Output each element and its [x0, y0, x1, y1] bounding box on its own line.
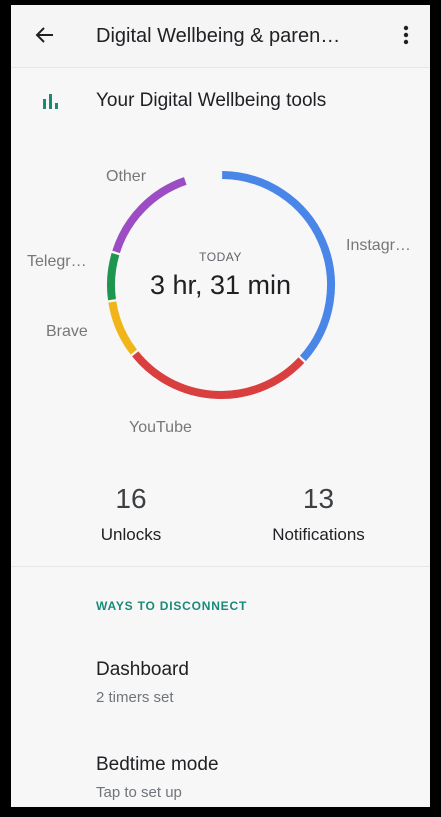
wellbeing-tools-title: Your Digital Wellbeing tools — [96, 90, 327, 111]
dashboard-item[interactable]: Dashboard 2 timers set — [11, 659, 430, 729]
bar-chart-icon — [43, 94, 58, 109]
section-header-ways-to-disconnect: WAYS TO DISCONNECT — [96, 599, 248, 613]
more-vert-icon — [403, 25, 409, 45]
today-label: TODAY — [199, 250, 242, 264]
unlocks-count: 16 — [115, 483, 147, 514]
bedtime-mode-subtitle: Tap to set up — [96, 784, 182, 801]
usage-chart: Instagr… YouTube Brave Telegr… Other TOD… — [11, 155, 430, 475]
notifications-stat: 13 Notifications — [256, 483, 381, 545]
usage-segment-0[interactable] — [222, 171, 335, 362]
app-bar: Digital Wellbeing & paren… — [11, 5, 430, 68]
total-screen-time: 3 hr, 31 min — [149, 270, 292, 300]
usage-segment-2[interactable] — [108, 301, 138, 355]
divider — [11, 566, 430, 567]
unlocks-label: Unlocks — [100, 525, 162, 544]
notifications-count: 13 — [302, 483, 335, 514]
dashboard-subtitle: 2 timers set — [96, 689, 174, 706]
arrow-back-icon — [35, 27, 53, 43]
notifications-label: Notifications — [272, 525, 365, 544]
dashboard-title: Dashboard — [96, 659, 189, 680]
segment-label-other[interactable]: Other — [106, 168, 146, 186]
usage-segment-4[interactable] — [112, 177, 187, 254]
segment-label-youtube[interactable]: YouTube — [129, 419, 192, 437]
page-title: Digital Wellbeing & paren… — [96, 25, 341, 47]
usage-segment-1[interactable] — [132, 351, 305, 399]
screen: Digital Wellbeing & paren… Your Digital … — [11, 5, 430, 807]
bedtime-mode-title: Bedtime mode — [96, 754, 219, 775]
segment-label-brave[interactable]: Brave — [46, 323, 88, 341]
wellbeing-tools-row[interactable]: Your Digital Wellbeing tools — [11, 81, 430, 125]
bedtime-mode-item[interactable]: Bedtime mode Tap to set up — [11, 754, 430, 807]
overflow-menu-button[interactable] — [388, 17, 424, 53]
back-button[interactable] — [27, 17, 63, 53]
unlocks-stat: 16 Unlocks — [81, 483, 181, 545]
